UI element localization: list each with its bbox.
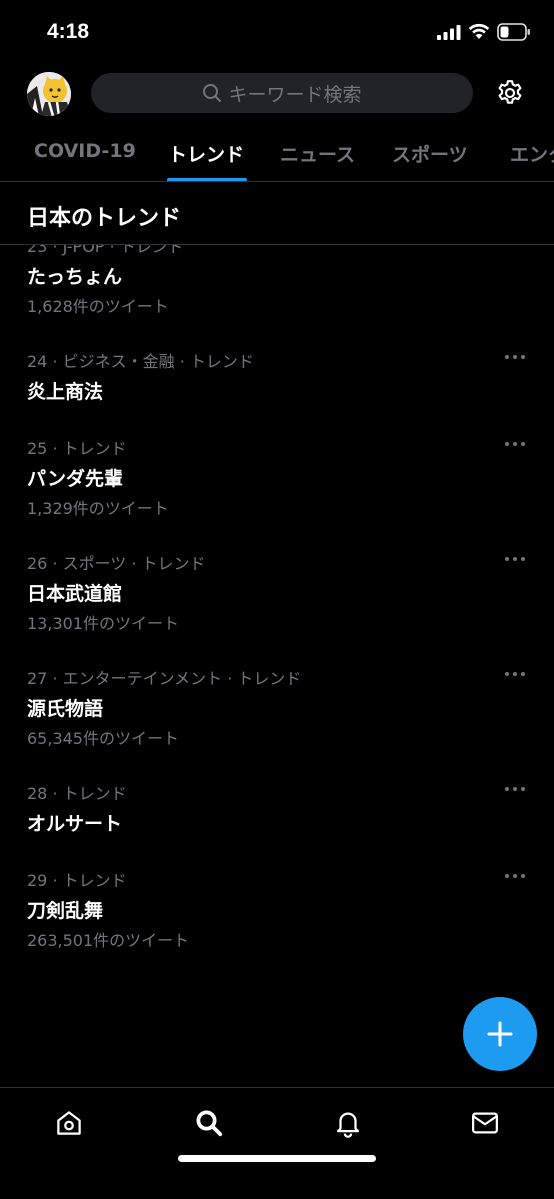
- more-options-icon[interactable]: [504, 439, 526, 449]
- bell-icon: [336, 1112, 360, 1138]
- tab-entertainment[interactable]: エンタ: [510, 140, 554, 167]
- trend-tweet-count: 13,301件のツイート: [27, 614, 179, 633]
- section-title: 日本のトレンド: [27, 206, 182, 231]
- nav-notifications[interactable]: [331, 1106, 365, 1140]
- search-icon: [196, 1110, 223, 1137]
- home-indicator: [178, 1155, 376, 1162]
- nav-messages[interactable]: [468, 1106, 502, 1140]
- profile-avatar[interactable]: [27, 72, 71, 116]
- trend-tweet-count: 1,329件のツイート: [27, 499, 169, 518]
- tab-news[interactable]: ニュース: [280, 140, 355, 167]
- avatar-image: [27, 72, 71, 116]
- more-options-icon[interactable]: [504, 669, 526, 679]
- trend-meta: 25 · トレンド: [27, 439, 127, 458]
- trend-name: 源氏物語: [27, 698, 104, 720]
- trend-tweet-count: 263,501件のツイート: [27, 931, 190, 950]
- compose-button[interactable]: [463, 997, 537, 1071]
- nav-home[interactable]: [52, 1106, 86, 1140]
- more-options-icon[interactable]: [504, 554, 526, 564]
- trend-meta: 28 · トレンド: [27, 784, 127, 803]
- more-options-icon[interactable]: [504, 871, 526, 881]
- status-time: 4:18: [47, 20, 90, 43]
- status-bar: 4:18: [0, 0, 554, 66]
- search-icon: [203, 84, 222, 102]
- trend-name: 刀剣乱舞: [27, 900, 104, 922]
- search-placeholder: キーワード検索: [228, 83, 362, 106]
- mail-icon: [472, 1112, 498, 1134]
- trend-tweet-count: 65,345件のツイート: [27, 729, 179, 748]
- trend-name: オルサート: [27, 813, 123, 835]
- trend-meta: 27 · エンターテインメント · トレンド: [27, 669, 302, 688]
- wifi-icon: [468, 23, 490, 39]
- trend-meta: 23 · J-POP · トレンド: [27, 245, 184, 256]
- explore-tabs: COVID-19 トレンド ニュース スポーツ エンタ: [0, 122, 554, 182]
- more-options-icon[interactable]: [504, 352, 526, 362]
- plus-icon: [487, 1021, 513, 1047]
- trend-tweet-count: 1,628件のツイート: [27, 297, 169, 316]
- trend-name: パンダ先輩: [27, 468, 123, 490]
- trend-meta: 24 · ビジネス・金融 · トレンド: [27, 352, 254, 371]
- top-header: キーワード検索: [0, 66, 554, 122]
- trend-name: 炎上商法: [27, 381, 104, 403]
- tab-covid-19[interactable]: COVID-19: [34, 140, 136, 162]
- trend-name: 日本武道館: [27, 583, 123, 605]
- cellular-signal-icon: [437, 25, 461, 40]
- trend-name: たっちょん: [27, 266, 123, 288]
- active-tab-indicator: [167, 178, 247, 181]
- gear-icon[interactable]: [495, 78, 525, 108]
- trend-meta: 26 · スポーツ · トレンド: [27, 554, 206, 573]
- home-icon: [57, 1111, 81, 1135]
- section-header: 日本のトレンド: [0, 183, 554, 245]
- battery-icon: [497, 23, 530, 41]
- search-input[interactable]: キーワード検索: [91, 73, 473, 113]
- trend-meta: 29 · トレンド: [27, 871, 127, 890]
- nav-search[interactable]: [192, 1106, 226, 1140]
- tab-trends[interactable]: トレンド: [168, 140, 244, 167]
- more-options-icon[interactable]: [504, 784, 526, 794]
- bottom-navigation: [0, 1087, 554, 1199]
- tab-sports[interactable]: スポーツ: [392, 140, 468, 167]
- trend-list: 23 · J-POP · トレンド たっちょん 1,628件のツイート 24 ·…: [0, 245, 554, 1087]
